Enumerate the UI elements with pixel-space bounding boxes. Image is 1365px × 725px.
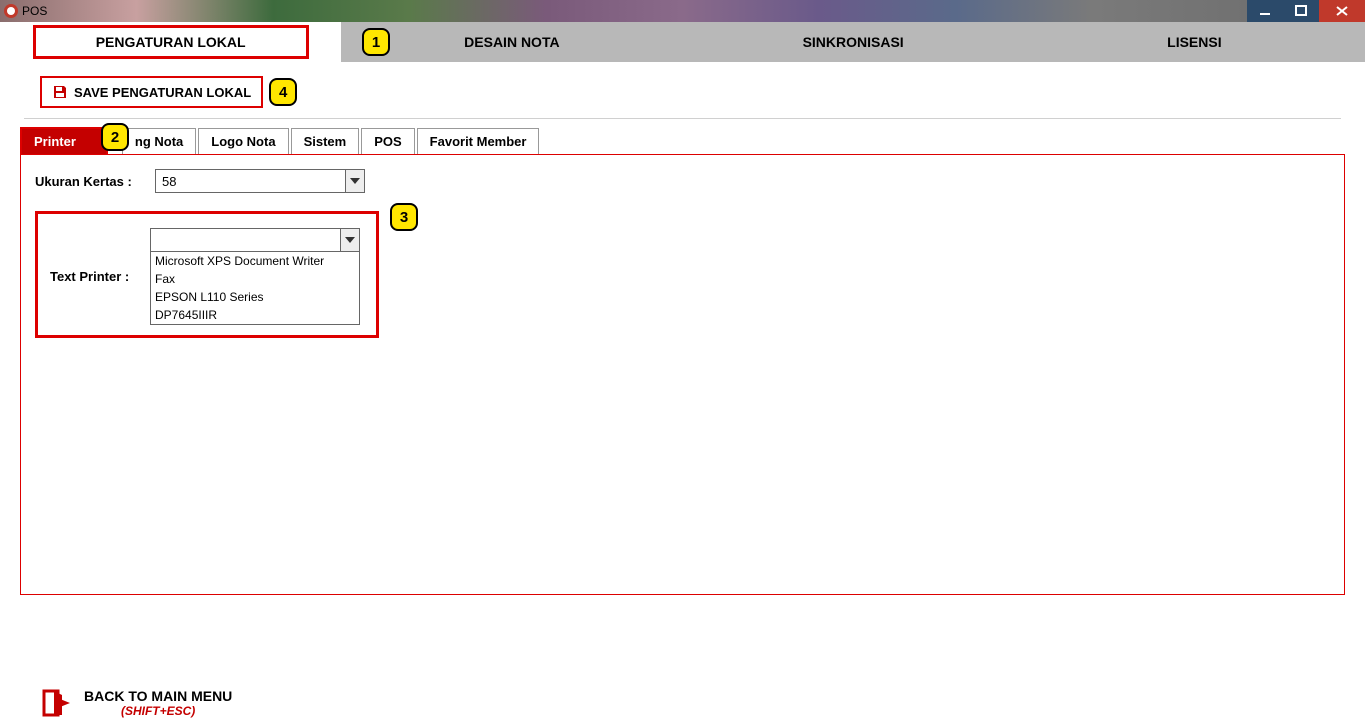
nav-tab-pengaturan-lokal[interactable]: PENGATURAN LOKAL (0, 22, 341, 62)
annotation-badge-4: 4 (269, 78, 297, 106)
nav-tab-label: DESAIN NOTA (464, 34, 559, 50)
save-icon (52, 84, 68, 100)
printer-panel: Ukuran Kertas : 58 3 Text Printer : (20, 155, 1345, 595)
paper-size-combo: 58 (155, 169, 365, 193)
paper-size-value[interactable]: 58 (155, 169, 345, 193)
app-icon (4, 4, 18, 18)
chevron-down-icon (345, 237, 355, 243)
back-text: BACK TO MAIN MENU (SHIFT+ESC) (84, 688, 232, 718)
text-printer-dropdown-list: Microsoft XPS Document Writer Fax EPSON … (150, 252, 360, 325)
tab-pos[interactable]: POS (361, 128, 414, 154)
nav-tab-label: PENGATURAN LOKAL (33, 25, 309, 59)
minimize-icon (1259, 5, 1271, 17)
back-shortcut: (SHIFT+ESC) (84, 704, 232, 718)
paper-size-row: Ukuran Kertas : 58 (35, 169, 1330, 193)
printer-option[interactable]: Fax (151, 270, 359, 288)
printer-option[interactable]: EPSON L110 Series (151, 288, 359, 306)
tab-sistem[interactable]: Sistem (291, 128, 360, 154)
save-row: SAVE PENGATURAN LOKAL 4 (0, 62, 1365, 118)
tab-favorit-member[interactable]: Favorit Member (417, 128, 540, 154)
nav-tab-lisensi[interactable]: LISENSI (1024, 22, 1365, 62)
annotation-badge-1: 1 (362, 28, 390, 56)
tab-label: Logo Nota (211, 134, 275, 149)
tab-label: POS (374, 134, 401, 149)
minimize-button[interactable] (1247, 0, 1283, 22)
maximize-button[interactable] (1283, 0, 1319, 22)
tab-label: Favorit Member (430, 134, 527, 149)
settings-tabs-wrap: Printer 2 ng Nota Logo Nota Sistem POS F… (0, 127, 1365, 595)
printer-option[interactable]: DP7645IIIR (151, 306, 359, 324)
text-printer-box-wrap: 3 Text Printer : Microsoft XPS Document … (35, 203, 379, 338)
back-label: BACK TO MAIN MENU (84, 688, 232, 704)
tab-label: Sistem (304, 134, 347, 149)
nav-tab-label: SINKRONISASI (803, 34, 904, 50)
save-button[interactable]: SAVE PENGATURAN LOKAL (40, 76, 263, 108)
text-printer-dropdown-button[interactable] (340, 228, 360, 252)
save-button-label: SAVE PENGATURAN LOKAL (74, 85, 251, 100)
nav-tab-desain-nota[interactable]: DESAIN NOTA (341, 22, 682, 62)
settings-tabs: Printer 2 ng Nota Logo Nota Sistem POS F… (20, 127, 1345, 155)
close-button[interactable] (1319, 0, 1365, 22)
tab-logo-nota[interactable]: Logo Nota (198, 128, 288, 154)
back-to-main-menu[interactable]: BACK TO MAIN MENU (SHIFT+ESC) (40, 687, 232, 719)
text-printer-combo (150, 228, 360, 252)
tab-setting-nota[interactable]: ng Nota (122, 128, 196, 154)
paper-size-dropdown-button[interactable] (345, 169, 365, 193)
nav-tab-label: LISENSI (1167, 34, 1221, 50)
text-printer-box: Text Printer : Microsoft XPS Document Wr… (35, 211, 379, 338)
top-nav: PENGATURAN LOKAL DESAIN NOTA SINKRONISAS… (0, 22, 1365, 62)
text-printer-value[interactable] (150, 228, 340, 252)
tab-label: Printer (34, 134, 76, 149)
title-bar: POS (0, 0, 1365, 22)
tab-label: ng Nota (135, 134, 183, 149)
close-icon (1335, 5, 1349, 17)
maximize-icon (1295, 5, 1307, 17)
printer-option[interactable]: Microsoft XPS Document Writer (151, 252, 359, 270)
tab-printer[interactable]: Printer (20, 127, 108, 154)
annotation-badge-3: 3 (390, 203, 418, 231)
paper-size-label: Ukuran Kertas : (35, 174, 155, 189)
text-printer-label: Text Printer : (50, 269, 150, 284)
window-title: POS (22, 4, 47, 18)
annotation-badge-2: 2 (101, 123, 129, 151)
text-printer-row: Text Printer : Microsoft XPS Document Wr… (50, 228, 360, 325)
chevron-down-icon (350, 178, 360, 184)
window-controls (1247, 0, 1365, 22)
separator (24, 118, 1341, 119)
exit-icon (40, 687, 72, 719)
nav-tab-sinkronisasi[interactable]: SINKRONISASI (683, 22, 1024, 62)
